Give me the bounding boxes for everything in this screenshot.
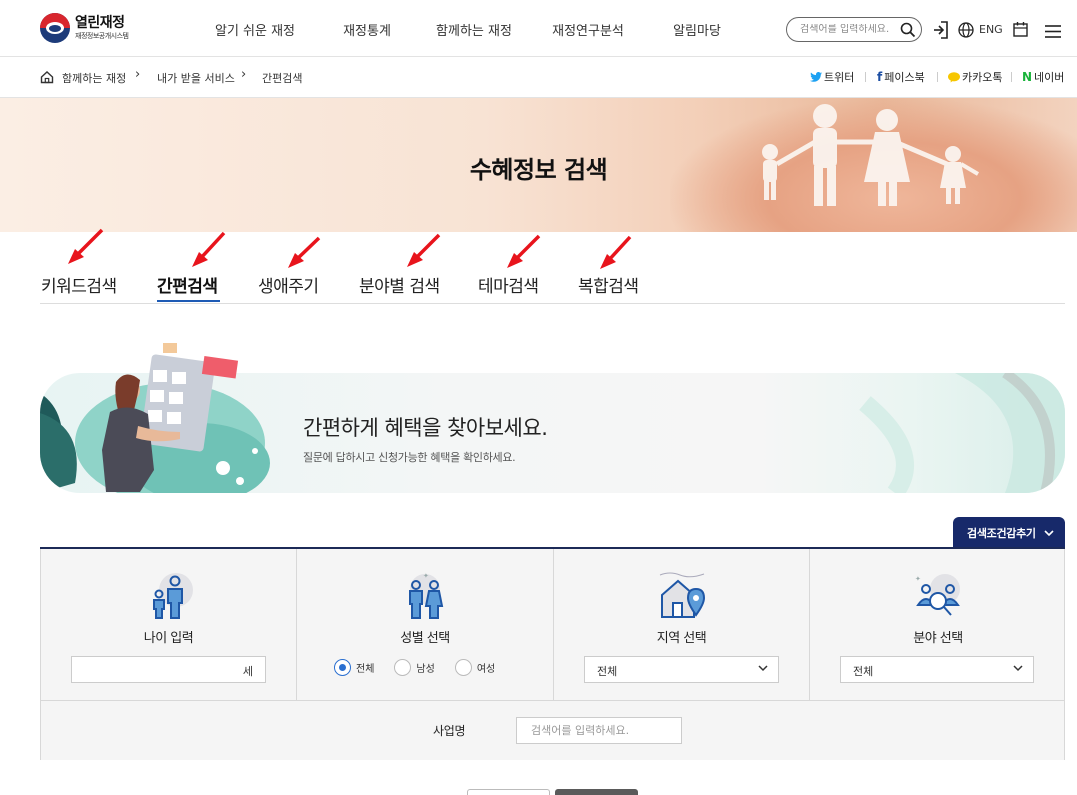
page-title: 수혜정보 검색 (469, 156, 608, 184)
promo-subtitle: 질문에 답하시고 신청가능한 혜택을 확인하세요. (303, 451, 516, 464)
radio-checked-icon (334, 659, 351, 676)
radio-unchecked-icon (454, 659, 472, 676)
facebook-icon: f (877, 70, 883, 84)
field-filter: ✦ 분야 선택 전체 (810, 549, 1066, 701)
annotation-arrow-icon (407, 233, 441, 267)
breadcrumb-bar: 함께하는 재정 › 내가 받을 서비스 › 간편검색 트위터 f 페이스북 카카… (0, 57, 1077, 98)
annotation-arrow-icon (192, 231, 226, 267)
share-kakao-label: 카카오톡 (962, 71, 1003, 84)
promo-title: 간편하게 혜택을 찾아보세요. (303, 416, 548, 440)
gender-icon: ✦ (409, 572, 444, 619)
gender-option-male-label: 남성 (416, 664, 435, 675)
svg-text:✦: ✦ (423, 572, 429, 580)
header-search (786, 17, 922, 42)
region-filter: 지역 선택 전체 (554, 549, 810, 701)
main-nav: 알기 쉬운 재정 재정통계 함께하는 재정 재정연구분석 알림마당 (195, 20, 747, 39)
region-select-value: 전체 (597, 665, 618, 678)
tab-theme-search[interactable]: 테마검색 (478, 272, 539, 297)
search-button[interactable] (555, 789, 638, 795)
chevron-down-icon (1044, 529, 1054, 536)
nav-finance-statistics[interactable]: 재정통계 (317, 20, 417, 39)
svg-text:✦: ✦ (915, 575, 921, 583)
share-facebook[interactable]: f 페이스북 (877, 69, 925, 85)
logo-subtitle: 재정정보공개시스템 (75, 32, 129, 40)
reset-button[interactable] (467, 789, 550, 795)
globe-icon[interactable] (958, 22, 974, 42)
region-select[interactable]: 전체 (584, 656, 779, 683)
naver-icon: N (1022, 70, 1033, 84)
twitter-icon (810, 72, 822, 82)
breadcrumb-item[interactable]: 내가 받을 서비스 (157, 70, 235, 86)
family-age-icon (153, 573, 193, 619)
calendar-icon[interactable] (1013, 21, 1028, 41)
nav-finance-research[interactable]: 재정연구분석 (533, 20, 643, 39)
home-icon[interactable] (40, 69, 54, 88)
business-name-row: 사업명 (40, 701, 1065, 760)
business-name-input[interactable] (516, 717, 682, 744)
woman-with-checklist-illustration (102, 343, 239, 492)
breadcrumb-current: 간편검색 (262, 72, 303, 85)
gender-filter-label: 성별 선택 (400, 631, 450, 646)
breadcrumb-item[interactable]: 함께하는 재정 (62, 70, 126, 86)
chevron-right-icon: › (135, 67, 141, 82)
radio-unchecked-icon (394, 659, 412, 676)
hamburger-menu-icon[interactable] (1045, 23, 1061, 42)
nav-easy-finance[interactable]: 알기 쉬운 재정 (195, 20, 315, 39)
search-condition-panel: 나이 입력 세 ✦ 성별 선택 전체 남성 여성 지역 선택 전체 ✦ 분야 선… (40, 547, 1066, 760)
field-filter-label: 분야 선택 (913, 631, 963, 646)
tab-simple-search[interactable]: 간편검색 (157, 272, 218, 297)
annotation-arrow-icon (68, 228, 104, 264)
annotation-arrow-icon (288, 236, 321, 268)
age-filter: 나이 입력 세 (41, 549, 297, 701)
age-input[interactable]: 세 (71, 656, 266, 683)
active-tab-indicator (157, 300, 220, 302)
field-select-value: 전체 (853, 665, 874, 678)
tab-combined-search[interactable]: 복합검색 (578, 272, 639, 297)
hero-banner: 수혜정보 검색 (0, 98, 1077, 232)
government-emblem-icon (40, 13, 70, 43)
gender-option-female-label: 여성 (476, 664, 496, 675)
nav-together-finance[interactable]: 함께하는 재정 (419, 20, 529, 39)
language-switch[interactable]: ENG (979, 23, 1003, 36)
house-location-icon (659, 572, 706, 618)
people-search-icon: ✦ (915, 574, 960, 616)
hide-search-conditions-button[interactable]: 검색조건감추기 (953, 517, 1065, 549)
gender-option-male[interactable]: 남성 (394, 659, 435, 676)
region-filter-label: 지역 선택 (656, 631, 707, 646)
share-naver-label: 네이버 (1034, 71, 1065, 84)
login-icon[interactable] (932, 21, 949, 43)
share-twitter[interactable]: 트위터 (810, 69, 854, 85)
share-kakao[interactable]: 카카오톡 (948, 69, 1002, 85)
promo-decoration-right (859, 373, 1065, 493)
site-header: 열린재정 재정정보공개시스템 알기 쉬운 재정 재정통계 함께하는 재정 재정연… (0, 0, 1077, 57)
chevron-down-icon (1013, 665, 1023, 672)
gender-option-all-label: 전체 (356, 664, 375, 675)
age-unit: 세 (242, 665, 253, 678)
share-naver[interactable]: N 네이버 (1022, 69, 1064, 85)
share-twitter-label: 트위터 (824, 71, 855, 84)
share-facebook-label: 페이스북 (884, 71, 925, 84)
chevron-down-icon (758, 665, 768, 672)
annotation-arrow-icon (507, 234, 541, 268)
nav-notice[interactable]: 알림마당 (647, 20, 747, 39)
gender-option-female[interactable]: 여성 (454, 659, 496, 676)
header-search-input[interactable] (800, 24, 896, 35)
tab-category-search[interactable]: 분야별 검색 (359, 272, 440, 297)
business-name-label: 사업명 (433, 724, 466, 738)
kakaotalk-icon (948, 71, 960, 82)
tab-keyword-search[interactable]: 키워드검색 (41, 272, 117, 297)
site-logo[interactable]: 열린재정 재정정보공개시스템 (40, 13, 129, 43)
gender-option-all[interactable]: 전체 (334, 659, 374, 676)
search-icon[interactable] (900, 22, 916, 42)
age-filter-label: 나이 입력 (143, 631, 194, 646)
hide-search-conditions-label: 검색조건감추기 (967, 527, 1036, 540)
field-select[interactable]: 전체 (840, 656, 1034, 683)
logo-title: 열린재정 (75, 15, 125, 31)
chevron-right-icon: › (241, 67, 247, 82)
annotation-arrow-icon (600, 235, 632, 269)
gender-filter: ✦ 성별 선택 전체 남성 여성 (297, 549, 554, 701)
gender-radio-group: 전체 남성 여성 (334, 659, 515, 676)
tab-life-cycle[interactable]: 생애주기 (258, 272, 319, 297)
